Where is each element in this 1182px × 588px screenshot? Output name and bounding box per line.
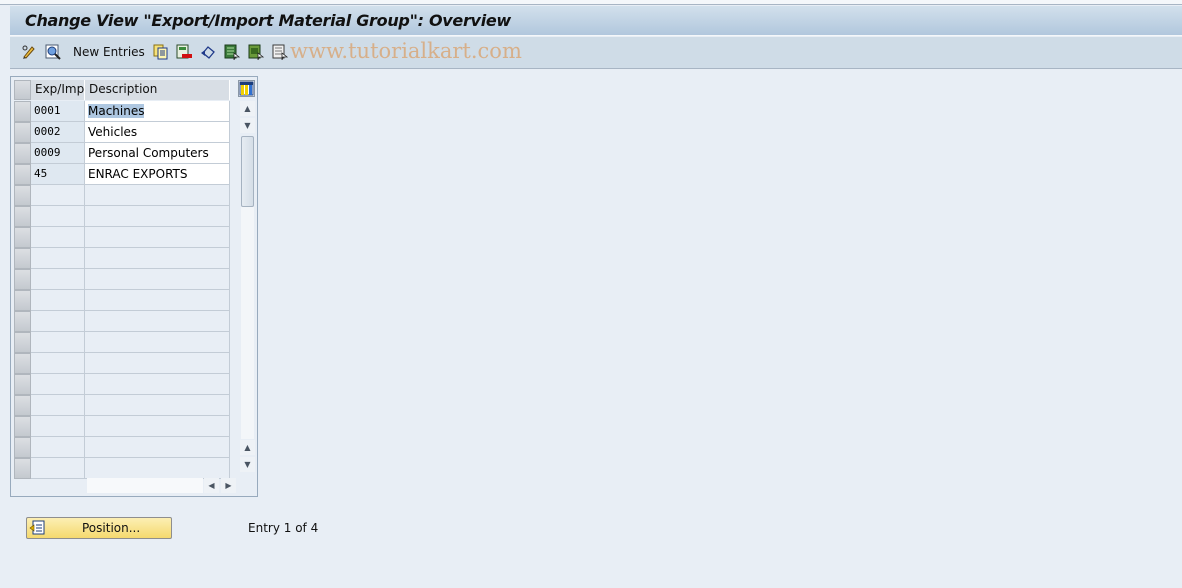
row-selector[interactable]	[14, 206, 31, 227]
scroll-right-button[interactable]: ▶	[221, 478, 236, 493]
empty-exp-imp-cell	[31, 227, 85, 248]
empty-description-cell	[85, 311, 230, 332]
row-selector[interactable]	[14, 227, 31, 248]
exp-imp-cell: 0009	[31, 143, 85, 164]
row-selector[interactable]	[14, 269, 31, 290]
new-entries-button[interactable]: New Entries	[73, 45, 145, 59]
empty-description-cell	[85, 248, 230, 269]
scroll-page-down-button[interactable]: ▼	[240, 457, 255, 472]
row-selector[interactable]	[14, 374, 31, 395]
empty-exp-imp-cell	[31, 395, 85, 416]
empty-description-cell	[85, 374, 230, 395]
scroll-up-button[interactable]: ▲	[240, 101, 255, 116]
empty-description-cell	[85, 206, 230, 227]
empty-description-cell	[85, 395, 230, 416]
row-selector[interactable]	[14, 458, 31, 479]
row-selector[interactable]	[14, 353, 31, 374]
empty-exp-imp-cell	[31, 185, 85, 206]
row-selector[interactable]	[14, 332, 31, 353]
entry-counter: Entry 1 of 4	[248, 521, 319, 535]
description-input[interactable]: Vehicles	[85, 122, 230, 143]
exp-imp-cell: 45	[31, 164, 85, 185]
row-selector[interactable]	[14, 122, 31, 143]
select-all-rows-button[interactable]	[14, 80, 31, 100]
application-toolbar: New Entries www.tutorialkart.com	[10, 37, 1182, 69]
deselect-all-icon[interactable]	[272, 44, 289, 61]
copy-as-icon[interactable]	[153, 44, 169, 60]
description-text: ENRAC EXPORTS	[88, 167, 188, 181]
watermark: www.tutorialkart.com	[290, 39, 522, 63]
select-all-icon[interactable]	[224, 44, 241, 61]
exp-imp-cell: 0001	[31, 101, 85, 122]
empty-exp-imp-cell	[31, 290, 85, 311]
description-input[interactable]: ENRAC EXPORTS	[85, 164, 230, 185]
title-bar: Change View "Export/Import Material Grou…	[10, 6, 1182, 36]
empty-exp-imp-cell	[31, 206, 85, 227]
empty-description-cell	[85, 437, 230, 458]
row-selector[interactable]	[14, 290, 31, 311]
empty-exp-imp-cell	[31, 437, 85, 458]
empty-exp-imp-cell	[31, 332, 85, 353]
row-selector[interactable]	[14, 311, 31, 332]
row-selector[interactable]	[14, 248, 31, 269]
details-icon[interactable]	[45, 44, 61, 60]
row-selector[interactable]	[14, 416, 31, 437]
empty-exp-imp-cell	[31, 248, 85, 269]
column-header-description[interactable]: Description	[85, 80, 230, 100]
empty-description-cell	[85, 269, 230, 290]
position-button[interactable]: Position...	[26, 517, 172, 539]
vertical-scrollbar-track[interactable]	[241, 207, 254, 439]
empty-exp-imp-cell	[31, 269, 85, 290]
description-text: Vehicles	[88, 125, 138, 139]
undo-change-icon[interactable]	[200, 44, 216, 60]
description-input[interactable]: Personal Computers	[85, 143, 230, 164]
empty-exp-imp-cell	[31, 353, 85, 374]
horizontal-scrollbar[interactable]	[87, 478, 203, 493]
empty-description-cell	[85, 185, 230, 206]
scroll-page-up-button[interactable]: ▲	[240, 440, 255, 455]
position-icon	[29, 520, 45, 539]
table-control: Exp/Imp Description 0001 Machines 0002 Vehi…	[10, 76, 258, 497]
row-selector[interactable]	[14, 164, 31, 185]
empty-exp-imp-cell	[31, 458, 85, 479]
position-button-label: Position...	[82, 521, 141, 535]
empty-description-cell	[85, 227, 230, 248]
empty-exp-imp-cell	[31, 374, 85, 395]
row-selector[interactable]	[14, 143, 31, 164]
empty-description-cell	[85, 332, 230, 353]
empty-exp-imp-cell	[31, 416, 85, 437]
select-block-icon[interactable]	[248, 44, 265, 61]
scroll-down-button[interactable]: ▼	[240, 118, 255, 133]
description-text: Personal Computers	[88, 146, 209, 160]
top-strip	[0, 0, 1182, 5]
exp-imp-cell: 0002	[31, 122, 85, 143]
description-text: Machines	[88, 104, 145, 118]
empty-description-cell	[85, 353, 230, 374]
vertical-scrollbar-thumb[interactable]	[241, 136, 254, 207]
row-selector[interactable]	[14, 101, 31, 122]
empty-exp-imp-cell	[31, 311, 85, 332]
display-change-icon[interactable]	[21, 44, 37, 60]
empty-description-cell	[85, 416, 230, 437]
column-header-exp-imp[interactable]: Exp/Imp	[31, 80, 85, 100]
column-settings-icon[interactable]	[238, 80, 255, 97]
scroll-left-button[interactable]: ◀	[204, 478, 219, 493]
row-selector[interactable]	[14, 437, 31, 458]
page-title: Change View "Export/Import Material Grou…	[25, 11, 511, 30]
empty-description-cell	[85, 458, 230, 479]
empty-description-cell	[85, 290, 230, 311]
row-selector[interactable]	[14, 395, 31, 416]
description-input[interactable]: Machines	[85, 101, 230, 122]
row-selector[interactable]	[14, 185, 31, 206]
delete-icon[interactable]	[176, 44, 192, 60]
